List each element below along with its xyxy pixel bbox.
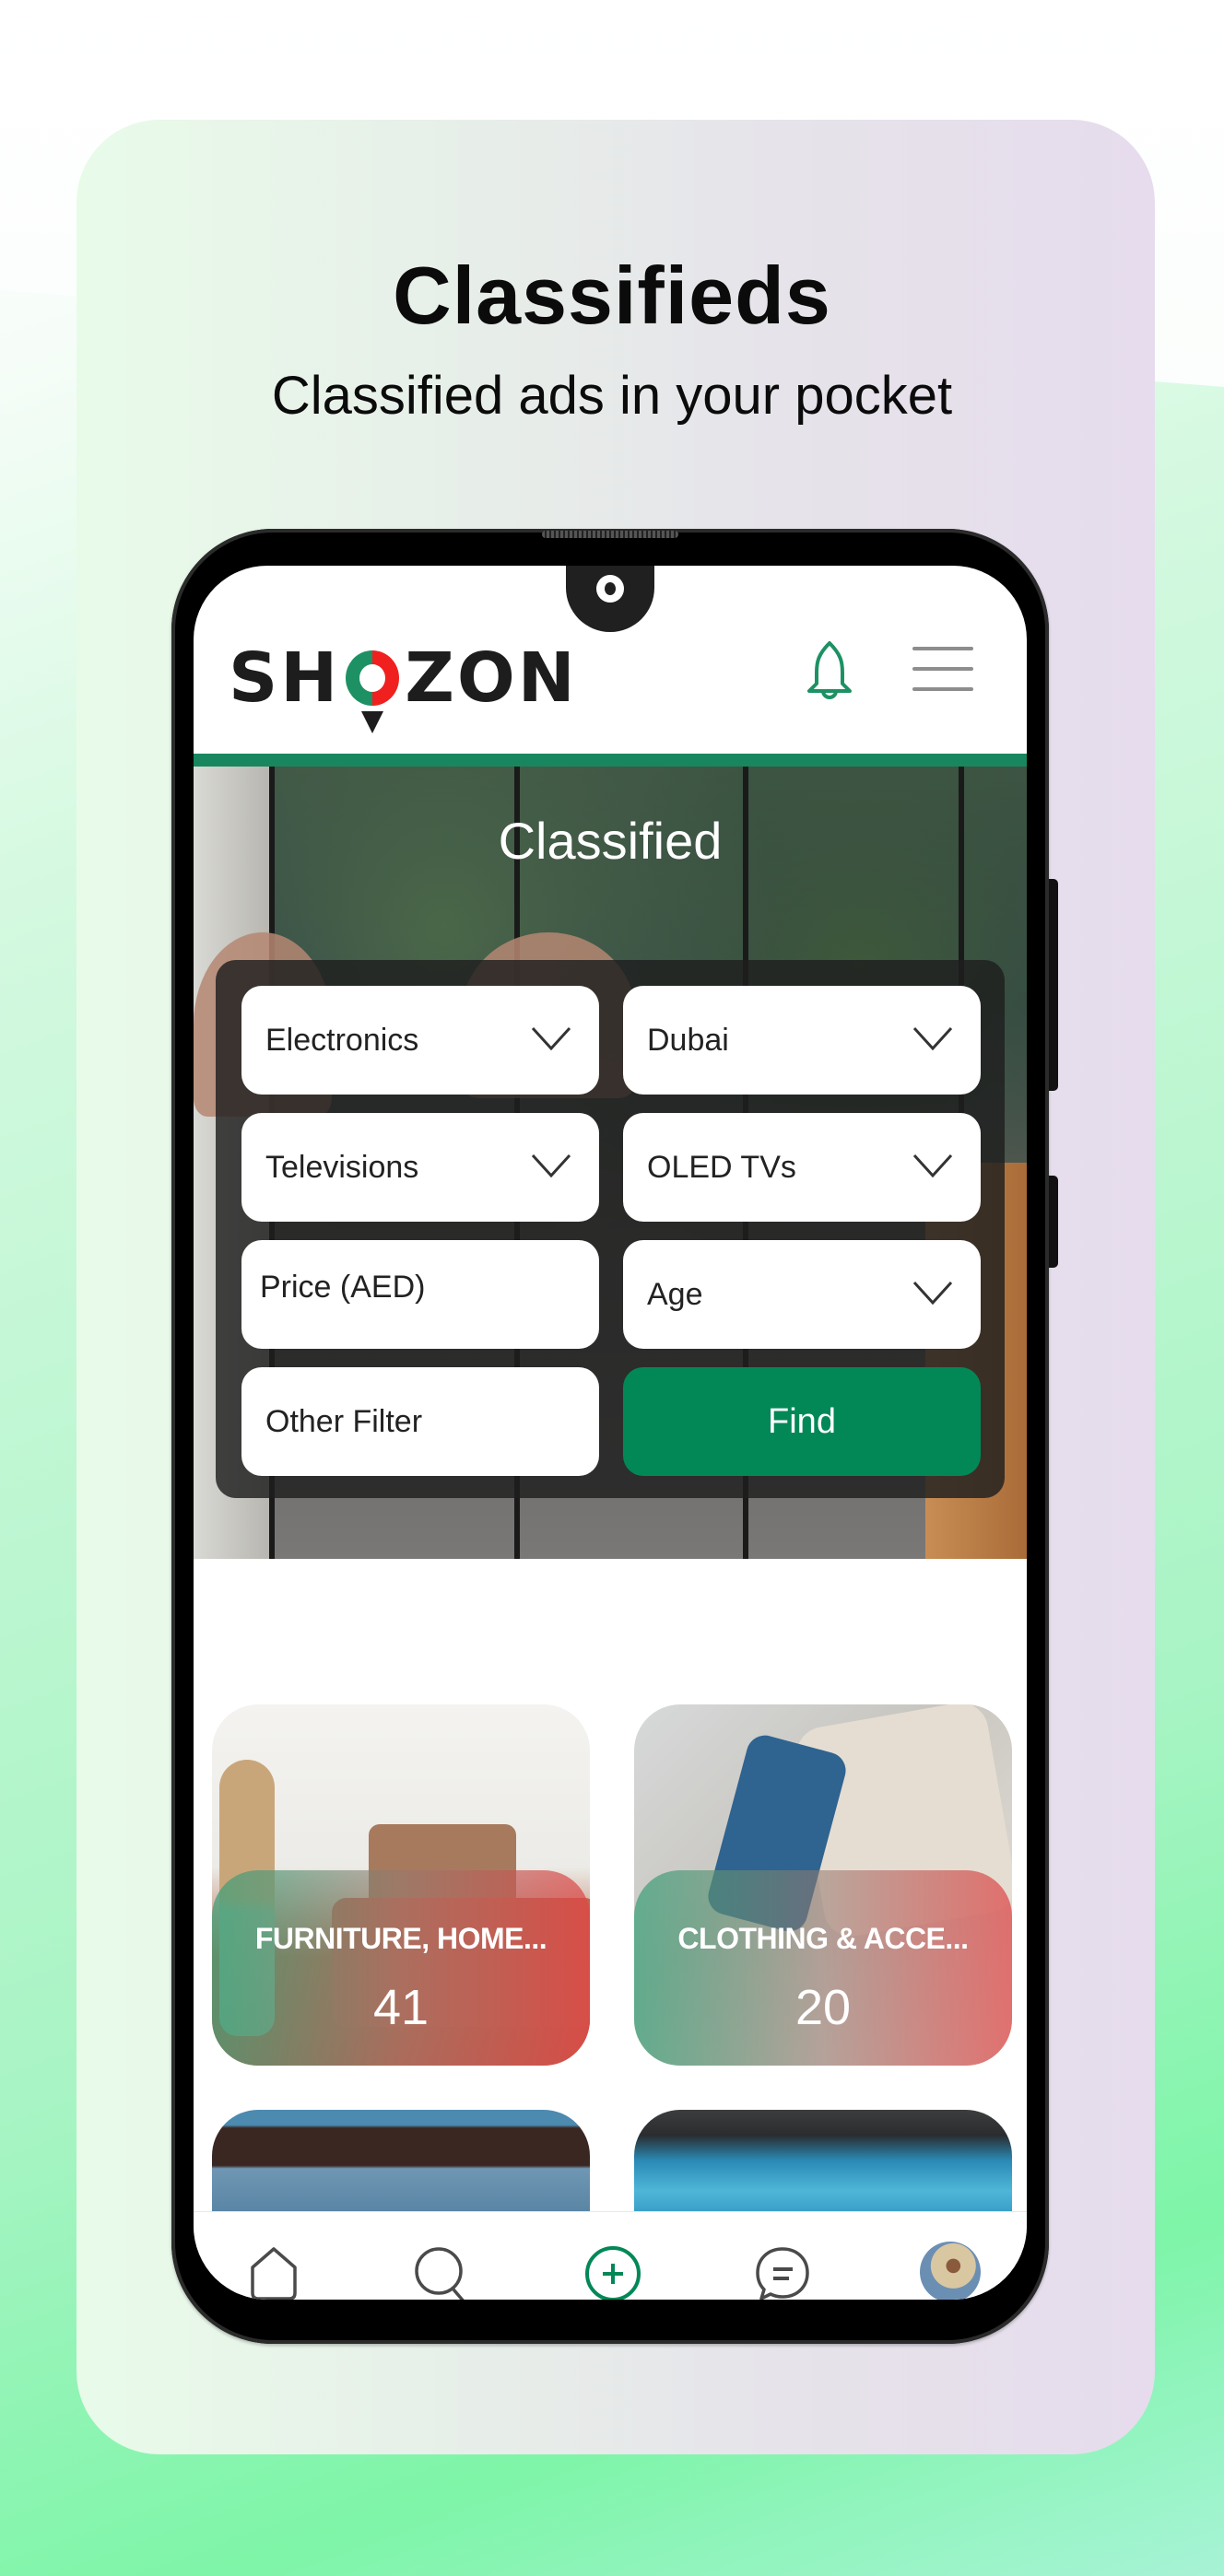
category-card-clothing[interactable]: CLOTHING & ACCE... 20 (634, 1704, 1012, 2066)
find-button[interactable]: Find (623, 1367, 981, 1476)
chevron-down-icon (912, 1281, 953, 1305)
logo-text-prefix: SH (229, 638, 341, 718)
category-name: CLOTHING & ACCE... (677, 1922, 969, 1955)
chevron-down-icon (912, 1153, 953, 1177)
nav-chat[interactable] (750, 2242, 815, 2300)
age-select[interactable]: Age (623, 1240, 981, 1349)
bottom-navigation (194, 2211, 1027, 2300)
phone-frame: SH ZON Classified Electronics Dubai Tele… (171, 529, 1058, 2344)
search-icon (415, 2247, 465, 2300)
subcategory-select-value: Televisions (265, 1149, 419, 1185)
header-accent-bar (194, 754, 1027, 767)
age-select-value: Age (647, 1276, 703, 1312)
category-count: 20 (794, 1980, 852, 2035)
hero-banner: Classified Electronics Dubai Televisions… (194, 767, 1027, 1559)
category-select-value: Electronics (265, 1022, 419, 1058)
category-name: FURNITURE, HOME... (254, 1922, 547, 1955)
hamburger-menu-icon[interactable] (912, 647, 973, 695)
chevron-down-icon (912, 1026, 953, 1050)
promo-subtitle: Classified ads in your pocket (271, 366, 953, 426)
hero-title: Classified (498, 812, 723, 870)
chevron-down-icon (531, 1026, 571, 1050)
plus-circle-icon (585, 2246, 641, 2300)
avatar (920, 2242, 981, 2300)
category-select[interactable]: Electronics (241, 986, 599, 1095)
category-card-furniture[interactable]: FURNITURE, HOME... 41 (212, 1704, 590, 2066)
bell-icon[interactable] (800, 639, 859, 704)
shozon-logo[interactable]: SH ZON (229, 638, 578, 733)
front-camera (596, 575, 624, 603)
other-filter-input[interactable]: Other Filter (241, 1367, 599, 1476)
power-button (1049, 1176, 1058, 1268)
nav-home[interactable] (241, 2242, 306, 2300)
subcategory-select[interactable]: Televisions (241, 1113, 599, 1222)
nav-search[interactable] (409, 2242, 474, 2300)
price-input-placeholder: Price (AED) (260, 1270, 426, 1305)
volume-button (1049, 879, 1058, 1091)
location-select-value: Dubai (647, 1022, 729, 1058)
location-select[interactable]: Dubai (623, 986, 981, 1095)
earpiece-speaker (542, 531, 678, 538)
logo-text-suffix: ZON (405, 638, 578, 718)
phone-screen: SH ZON Classified Electronics Dubai Tele… (194, 566, 1027, 2300)
nav-profile[interactable] (920, 2242, 984, 2300)
type-select[interactable]: OLED TVs (623, 1113, 981, 1222)
home-icon (251, 2247, 297, 2300)
type-select-value: OLED TVs (647, 1149, 796, 1185)
category-overlay (634, 1870, 1012, 2066)
category-card-partial[interactable] (212, 2110, 590, 2211)
category-count: 41 (372, 1980, 430, 2035)
other-filter-placeholder: Other Filter (265, 1403, 423, 1439)
filter-panel: Electronics Dubai Televisions OLED TVs P… (216, 960, 1005, 1498)
price-input[interactable]: Price (AED) (241, 1240, 599, 1349)
category-overlay (212, 1870, 590, 2066)
chat-icon (756, 2247, 809, 2300)
nav-post-ad[interactable] (581, 2242, 645, 2300)
category-card-partial[interactable] (634, 2110, 1012, 2211)
promo-title: Classifieds (393, 250, 831, 341)
location-pin-icon (344, 641, 401, 733)
chevron-down-icon (531, 1153, 571, 1177)
